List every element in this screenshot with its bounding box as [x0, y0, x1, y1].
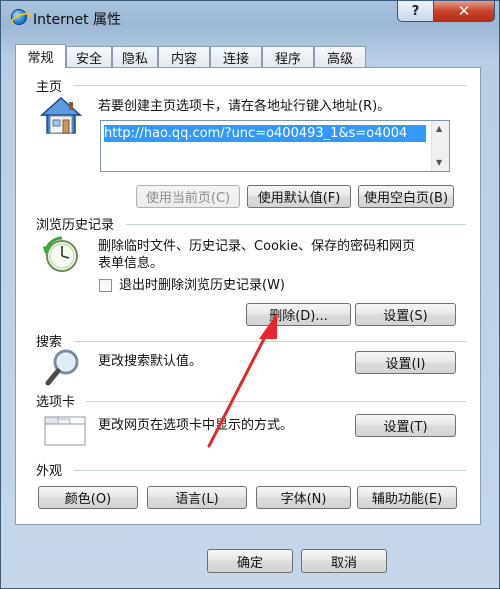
home-icon [40, 96, 82, 134]
history-section-title: 浏览历史记录 [36, 218, 115, 233]
tab-content[interactable]: 内容 [158, 46, 210, 67]
delete-on-exit-checkbox[interactable] [99, 279, 112, 292]
colors-button[interactable]: 颜色(O) [38, 486, 138, 509]
history-clock-icon [43, 236, 78, 272]
appearance-separator [74, 470, 466, 471]
tab-privacy[interactable]: 隐私 [112, 46, 158, 67]
accessibility-button[interactable]: 辅助功能(E) [357, 486, 457, 509]
scroll-down-icon[interactable]: ▼ [436, 158, 442, 167]
home-page-url-text: http://hao.qq.com/?unc=o400493_1&s=o4004 [104, 125, 426, 142]
title-bar[interactable]: Internet 属性 ? ✕ [1, 1, 499, 31]
tab-programs[interactable]: 程序 [262, 46, 314, 67]
home-page-url-input[interactable]: http://hao.qq.com/?unc=o400493_1&s=o4004… [100, 120, 450, 172]
delete-on-exit-label[interactable]: 退出时删除浏览历史记录(W) [119, 277, 285, 294]
tabs-window-icon [44, 416, 86, 446]
history-separator [126, 224, 466, 225]
fonts-button[interactable]: 字体(N) [256, 486, 351, 509]
tab-general[interactable]: 常规 [15, 44, 66, 68]
tab-advanced[interactable]: 高级 [314, 46, 366, 67]
scroll-up-icon[interactable]: ▲ [436, 124, 442, 133]
search-description: 更改搜索默认值。 [98, 354, 203, 369]
search-magnifier-icon [45, 349, 79, 386]
history-settings-button[interactable]: 设置(S) [355, 303, 456, 326]
history-description-line2: 表单信息。 [98, 256, 164, 271]
use-blank-button[interactable]: 使用空白页(B) [358, 185, 454, 208]
internet-properties-window: Internet 属性 ? ✕ 常规 安全 隐私 内容 连接 程序 高级 主页 … [0, 0, 500, 589]
cancel-button[interactable]: 取消 [301, 549, 387, 573]
ok-button[interactable]: 确定 [207, 549, 293, 573]
tab-security[interactable]: 安全 [66, 46, 112, 67]
languages-button[interactable]: 语言(L) [147, 486, 247, 509]
use-current-button[interactable]: 使用当前页(C) [136, 185, 240, 208]
close-button[interactable]: ✕ [433, 1, 495, 22]
home-separator [74, 85, 466, 86]
general-tab-panel: 主页 若要创建主页选项卡，请在各地址行键入地址(R)。 http://hao.q… [15, 67, 481, 525]
internet-explorer-icon [11, 9, 27, 25]
appearance-section-title: 外观 [36, 464, 63, 479]
home-section-title: 主页 [36, 80, 63, 95]
tab-connections[interactable]: 连接 [210, 46, 262, 67]
history-description-line1: 删除临时文件、历史记录、Cookie、保存的密码和网页 [98, 239, 416, 254]
url-scrollbar[interactable]: ▲ ▼ [431, 121, 449, 171]
home-description: 若要创建主页选项卡，请在各地址行键入地址(R)。 [98, 99, 391, 114]
window-title: Internet 属性 [33, 12, 122, 28]
search-settings-button[interactable]: 设置(I) [355, 351, 456, 374]
tabs-settings-button[interactable]: 设置(T) [355, 414, 456, 437]
help-button[interactable]: ? [397, 1, 434, 22]
use-default-button[interactable]: 使用默认值(F) [247, 185, 351, 208]
red-arrow-annotation-icon [207, 313, 277, 448]
tabs-section-title: 选项卡 [36, 395, 76, 410]
